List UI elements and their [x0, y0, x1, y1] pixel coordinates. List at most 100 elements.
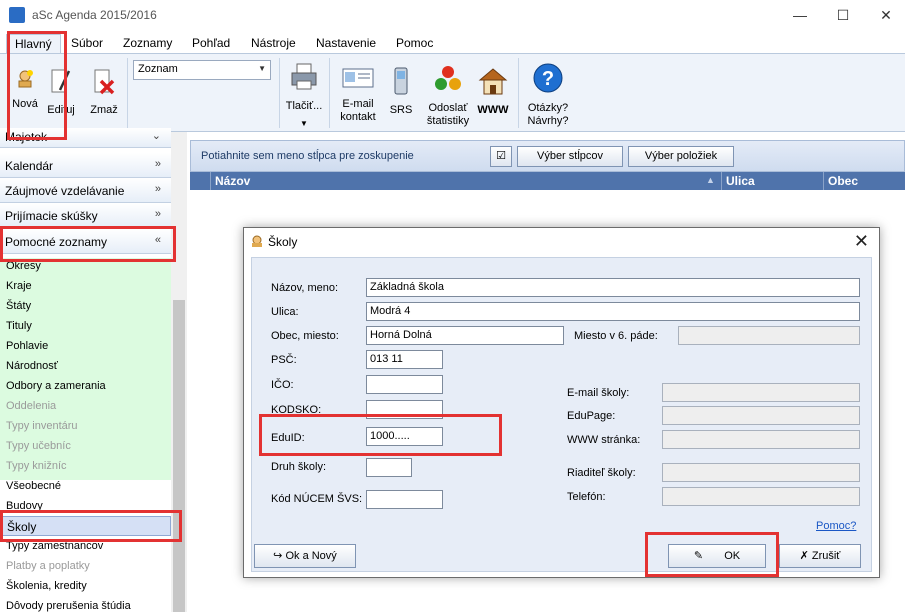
ribbon-panel: Nová Edituj Zmaž Zoznam ▼ Tlačiť... ▼ E-…: [0, 53, 905, 132]
group-by-hint: Potiahnite sem meno stĺpca pre zoskupeni…: [201, 150, 414, 162]
dialog-close-icon[interactable]: ✕: [854, 231, 869, 252]
section-kalendar[interactable]: Kalendár »: [0, 153, 171, 178]
list-item[interactable]: Odbory a zamerania: [6, 376, 171, 396]
telefon-field[interactable]: [662, 487, 860, 506]
email-field[interactable]: [662, 383, 860, 402]
house-icon: [478, 68, 508, 95]
srs-button[interactable]: SRS: [387, 66, 415, 117]
tab-subor[interactable]: Súbor: [63, 34, 111, 54]
highlight-ok-button: [645, 532, 779, 577]
column-nazov[interactable]: Názov: [210, 172, 721, 190]
skoly-dialog: Školy ✕ Názov, meno: Základná škola Ulic…: [243, 227, 880, 578]
list-item[interactable]: Kraje: [6, 276, 171, 296]
group-by-panel: Potiahnite sem meno stĺpca pre zoskupeni…: [190, 140, 905, 172]
edupage-field[interactable]: [662, 406, 860, 425]
row-indicator-header: [190, 172, 210, 190]
email-label: E-mail školy:: [567, 387, 630, 399]
section-zaujmove[interactable]: Záujmové vzdelávanie »: [0, 178, 171, 203]
columns-select-button[interactable]: Výber stĺpcov: [517, 146, 623, 167]
obec-label: Obec, miesto:: [271, 330, 339, 342]
otazky-navrhy-button[interactable]: ? Otázky? Návrhy?: [523, 62, 573, 128]
cancel-label: Zrušiť: [811, 550, 841, 562]
tab-nastavenie[interactable]: Nastavenie: [308, 34, 384, 54]
scrollbar-thumb[interactable]: [173, 300, 185, 612]
delete-icon: [94, 69, 115, 95]
minimize-button[interactable]: —: [785, 4, 815, 26]
obec-field[interactable]: Horná Dolná: [366, 326, 564, 345]
dialog-title-bar: Školy ✕: [244, 228, 879, 256]
items-select-button[interactable]: Výber položiek: [628, 146, 734, 167]
list-item[interactable]: Oddelenia: [6, 396, 171, 416]
kod-nucem-field[interactable]: [366, 490, 443, 509]
ico-field[interactable]: [366, 375, 443, 394]
tab-pomoc[interactable]: Pomoc: [388, 34, 441, 54]
checkbox-toggle-button[interactable]: ☑: [490, 146, 512, 167]
highlight-pomocne-zoznamy: [0, 226, 176, 262]
svg-text:?: ?: [542, 68, 554, 90]
list-item[interactable]: Tituly: [6, 316, 171, 336]
app-icon: [9, 7, 25, 23]
cancel-button[interactable]: ✗ Zrušiť: [779, 544, 861, 568]
view-combo[interactable]: Zoznam ▼: [133, 60, 271, 80]
view-combo-value: Zoznam: [138, 63, 178, 75]
list-item[interactable]: Pohlavie: [6, 336, 171, 356]
list-item[interactable]: Typy učebníc: [6, 436, 171, 456]
help-link[interactable]: Pomoc?: [816, 520, 856, 532]
list-item[interactable]: Štáty: [6, 296, 171, 316]
www-field[interactable]: [662, 430, 860, 449]
odoslat-statistiky-button[interactable]: Odoslať štatistiky: [423, 64, 473, 128]
tlacit-label: Tlačiť...: [285, 100, 323, 112]
dropdown-arrow-icon: ▼: [300, 119, 308, 128]
www-button[interactable]: WWW: [474, 66, 512, 117]
email-label-1: E-mail: [342, 98, 374, 110]
kod-nucem-label: Kód NÚCEM ŠVS:: [271, 493, 363, 505]
highlight-ribbon-hlavny: [7, 31, 67, 140]
email-kontakt-button[interactable]: E-mail kontakt: [336, 66, 380, 124]
tab-nastroje[interactable]: Nástroje: [243, 34, 304, 54]
psc-field[interactable]: 013 11: [366, 350, 443, 369]
list-item[interactable]: Platby a poplatky: [6, 556, 171, 576]
tlacit-button[interactable]: Tlačiť... ▼: [284, 62, 324, 130]
nazov-label: Názov, meno:: [271, 282, 339, 294]
title-bar: aSc Agenda 2015/2016 — ☐ ✕: [0, 0, 905, 30]
list-item[interactable]: Národnosť: [6, 356, 171, 376]
email-label-2: kontakt: [340, 111, 376, 123]
ribbon-tabs: Hlavný Súbor Zoznamy Pohľad Nástroje Nas…: [0, 30, 905, 54]
otazky-label-2: Návrhy?: [527, 115, 569, 127]
section-label: Záujmové vzdelávanie: [5, 184, 125, 198]
odoslat-label-1: Odoslať: [428, 102, 468, 114]
list-item[interactable]: Školenia, kredity: [6, 576, 171, 596]
zmaz-label: Zmaž: [90, 104, 118, 116]
grid-column-header: Názov ▲ Ulica Obec: [190, 172, 905, 190]
odoslat-label-2: štatistiky: [426, 115, 470, 127]
close-button[interactable]: ✕: [871, 4, 901, 26]
miesto6-field[interactable]: [678, 326, 860, 345]
column-ulica[interactable]: Ulica: [721, 172, 823, 190]
tab-zoznamy[interactable]: Zoznamy: [115, 34, 180, 54]
section-label: Prijímacie skúšky: [5, 209, 98, 223]
tab-pohlad[interactable]: Pohľad: [184, 34, 238, 54]
psc-label: PSČ:: [271, 354, 297, 366]
www-label: WWW stránka:: [567, 434, 641, 446]
ribbon-separator: [518, 58, 519, 128]
edupage-label: EduPage:: [567, 410, 616, 422]
maximize-button[interactable]: ☐: [828, 4, 858, 26]
email-contact-icon: [342, 68, 374, 88]
column-obec[interactable]: Obec: [823, 172, 905, 190]
list-item[interactable]: Dôvody prerušenia štúdia: [6, 596, 171, 612]
list-item[interactable]: Všeobecné: [6, 476, 171, 496]
double-chevron-down-icon: »: [154, 208, 161, 220]
druh-field[interactable]: [366, 458, 412, 477]
section-prijimacie[interactable]: Prijímacie skúšky »: [0, 203, 171, 228]
list-item[interactable]: Typy knižníc: [6, 456, 171, 476]
nazov-field[interactable]: Základná škola: [366, 278, 860, 297]
highlight-eduid: [259, 414, 502, 456]
chevron-down-icon: ⌄: [151, 130, 161, 142]
app-window: aSc Agenda 2015/2016 — ☐ ✕ Hlavný Súbor …: [0, 0, 905, 612]
riaditel-field[interactable]: [662, 463, 860, 482]
ulica-field[interactable]: Modrá 4: [366, 302, 860, 321]
zmaz-button[interactable]: Zmaž: [86, 68, 122, 117]
list-item[interactable]: Typy inventáru: [6, 416, 171, 436]
ok-and-new-button[interactable]: ↪ Ok a Nový: [254, 544, 356, 568]
statistics-balls-icon: [435, 66, 461, 90]
